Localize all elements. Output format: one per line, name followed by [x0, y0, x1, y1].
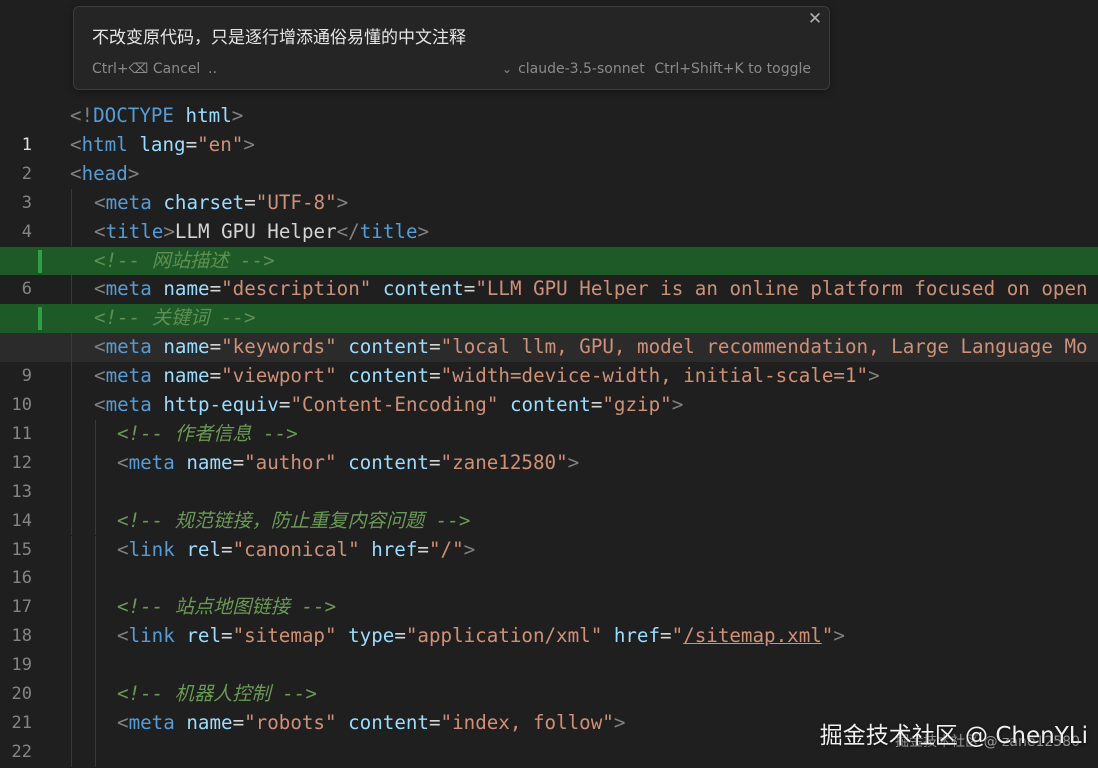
code-text: <meta http-equiv="Content-Encoding" cont…	[94, 393, 684, 416]
close-icon[interactable]: ✕	[805, 9, 825, 29]
indent-guide	[95, 506, 96, 536]
code-text: <!-- 站点地图链接 -->	[117, 595, 337, 619]
indent-guide	[71, 593, 72, 623]
indent-guide	[71, 506, 72, 536]
indent-guide	[71, 448, 72, 478]
indent-guide	[71, 362, 72, 391]
code-text: <meta name="robots" content="index, foll…	[117, 710, 626, 734]
code-text: <meta charset="UTF-8">	[94, 190, 349, 214]
code-text: <meta name="keywords" content="local llm…	[94, 335, 1088, 359]
indent-guide	[71, 737, 72, 767]
indent-guide	[71, 419, 72, 449]
code-line[interactable]: 3 <head>	[0, 160, 1098, 213]
code-text: <meta name="author" content="zane12580">	[117, 450, 580, 474]
indent-guide	[71, 651, 72, 680]
indent-guide	[71, 622, 72, 652]
code-text: <meta name="description" content="LLM GP…	[94, 277, 1088, 301]
code-line[interactable]: 14	[0, 477, 1098, 531]
indent-guide	[95, 680, 96, 709]
indent-guide	[95, 593, 96, 623]
prompt-footer: Ctrl+⌫ Cancel .. ⌄ claude-3.5-sonnet Ctrl…	[92, 61, 811, 79]
code-line[interactable]: 7 <meta name="description" content="LLM …	[0, 275, 1098, 328]
code-text: <!-- 作者信息 -->	[117, 421, 298, 445]
code-line[interactable]: 20	[0, 651, 1098, 704]
code-line-added[interactable]: 8 <!-- 关键词 -->	[0, 304, 1098, 357]
indent-guide	[71, 708, 72, 738]
indent-guide	[71, 680, 72, 709]
code-text: <link rel="canonical" href="/">	[117, 537, 476, 561]
code-text: <!-- 网站描述 -->	[94, 248, 275, 272]
code-line[interactable]: 1 <!DOCTYPE html>	[0, 102, 1098, 155]
sitemap-link[interactable]: /sitemap.xml	[683, 624, 822, 647]
code-line[interactable]: 5 <title>LLM GPU Helper</title>	[0, 217, 1098, 271]
indent-guide	[71, 333, 72, 363]
code-line[interactable]: 11 <meta http-equiv="Content-Encoding" c…	[0, 391, 1098, 444]
diff-added-marker	[38, 249, 42, 273]
code-text: <!-- 关键词 -->	[94, 306, 256, 330]
code-text: <!DOCTYPE html>	[70, 104, 244, 127]
code-line[interactable]: 17	[0, 564, 1098, 617]
code-line[interactable]: 2 <html lang="en">	[0, 131, 1098, 184]
code-text: <head>	[70, 161, 140, 185]
indent-guide	[95, 737, 96, 767]
prompt-input[interactable]: 不改变原代码，只是逐行增添通俗易懂的中文注释	[92, 23, 789, 48]
indent-guide	[71, 188, 72, 218]
code-text: <link rel="sitemap" type="application/xm…	[117, 624, 845, 648]
indent-guide	[95, 651, 96, 680]
indent-guide	[71, 477, 72, 507]
code-line-added[interactable]: 6 <!-- 网站描述 -->	[0, 246, 1098, 299]
indent-guide	[95, 419, 96, 449]
indent-guide	[71, 564, 72, 594]
ai-prompt-panel: 不改变原代码，只是逐行增添通俗易懂的中文注释 ✕ Ctrl+⌫ Cancel .…	[73, 6, 830, 90]
code-text: <meta name="viewport" content="width=dev…	[94, 364, 880, 388]
code-text: <!-- 机器人控制 -->	[117, 682, 317, 705]
diff-added-marker	[38, 307, 42, 331]
indent-guide	[71, 275, 72, 305]
code-line[interactable]: 10 <meta name="viewport" content="width=…	[0, 362, 1098, 415]
indent-guide	[71, 217, 72, 247]
indent-guide	[95, 564, 96, 594]
code-line-current[interactable]: 9 <meta name="keywords" content="local l…	[0, 333, 1098, 386]
chevron-down-icon: ⌄	[502, 62, 513, 76]
code-line[interactable]: 21 <!-- 机器人控制 -->	[0, 680, 1098, 733]
indent-guide	[95, 477, 96, 507]
more-options-button[interactable]: ..	[208, 61, 217, 77]
model-label: claude-3.5-sonnet	[518, 61, 645, 77]
indent-guide	[95, 535, 96, 565]
code-line[interactable]: 4 <meta charset="UTF-8">	[0, 188, 1098, 242]
code-line[interactable]: 12 <!-- 作者信息 -->	[0, 419, 1098, 473]
watermark: 掘金技术社区 @ ChenYLi	[819, 723, 1088, 749]
code-line[interactable]: 16 <link rel="canonical" href="/">	[0, 535, 1098, 588]
code-text: <title>LLM GPU Helper</title>	[94, 219, 430, 243]
code-text: <html lang="en">	[70, 132, 255, 156]
indent-guide	[95, 708, 96, 738]
indent-guide	[95, 448, 96, 478]
code-line[interactable]: 15 <!-- 规范链接，防止重复内容问题 -->	[0, 506, 1098, 560]
indent-guide	[71, 535, 72, 565]
code-line[interactable]: 18 <!-- 站点地图链接 -->	[0, 593, 1098, 646]
toggle-hint: Ctrl+Shift+K to toggle	[654, 61, 811, 77]
cancel-button[interactable]: Ctrl+⌫ Cancel	[92, 61, 200, 77]
indent-guide	[95, 622, 96, 652]
indent-guide	[71, 391, 72, 420]
model-selector[interactable]: ⌄ claude-3.5-sonnet	[502, 61, 645, 77]
code-editor[interactable]: 1 <!DOCTYPE html> 2 <html lang="en"> 3 <…	[0, 102, 1098, 768]
code-line[interactable]: 19 <link rel="sitemap" type="application…	[0, 622, 1098, 675]
code-text: <!-- 规范链接，防止重复内容问题 -->	[117, 508, 471, 532]
code-line[interactable]: 13 <meta name="author" content="zane1258…	[0, 448, 1098, 502]
